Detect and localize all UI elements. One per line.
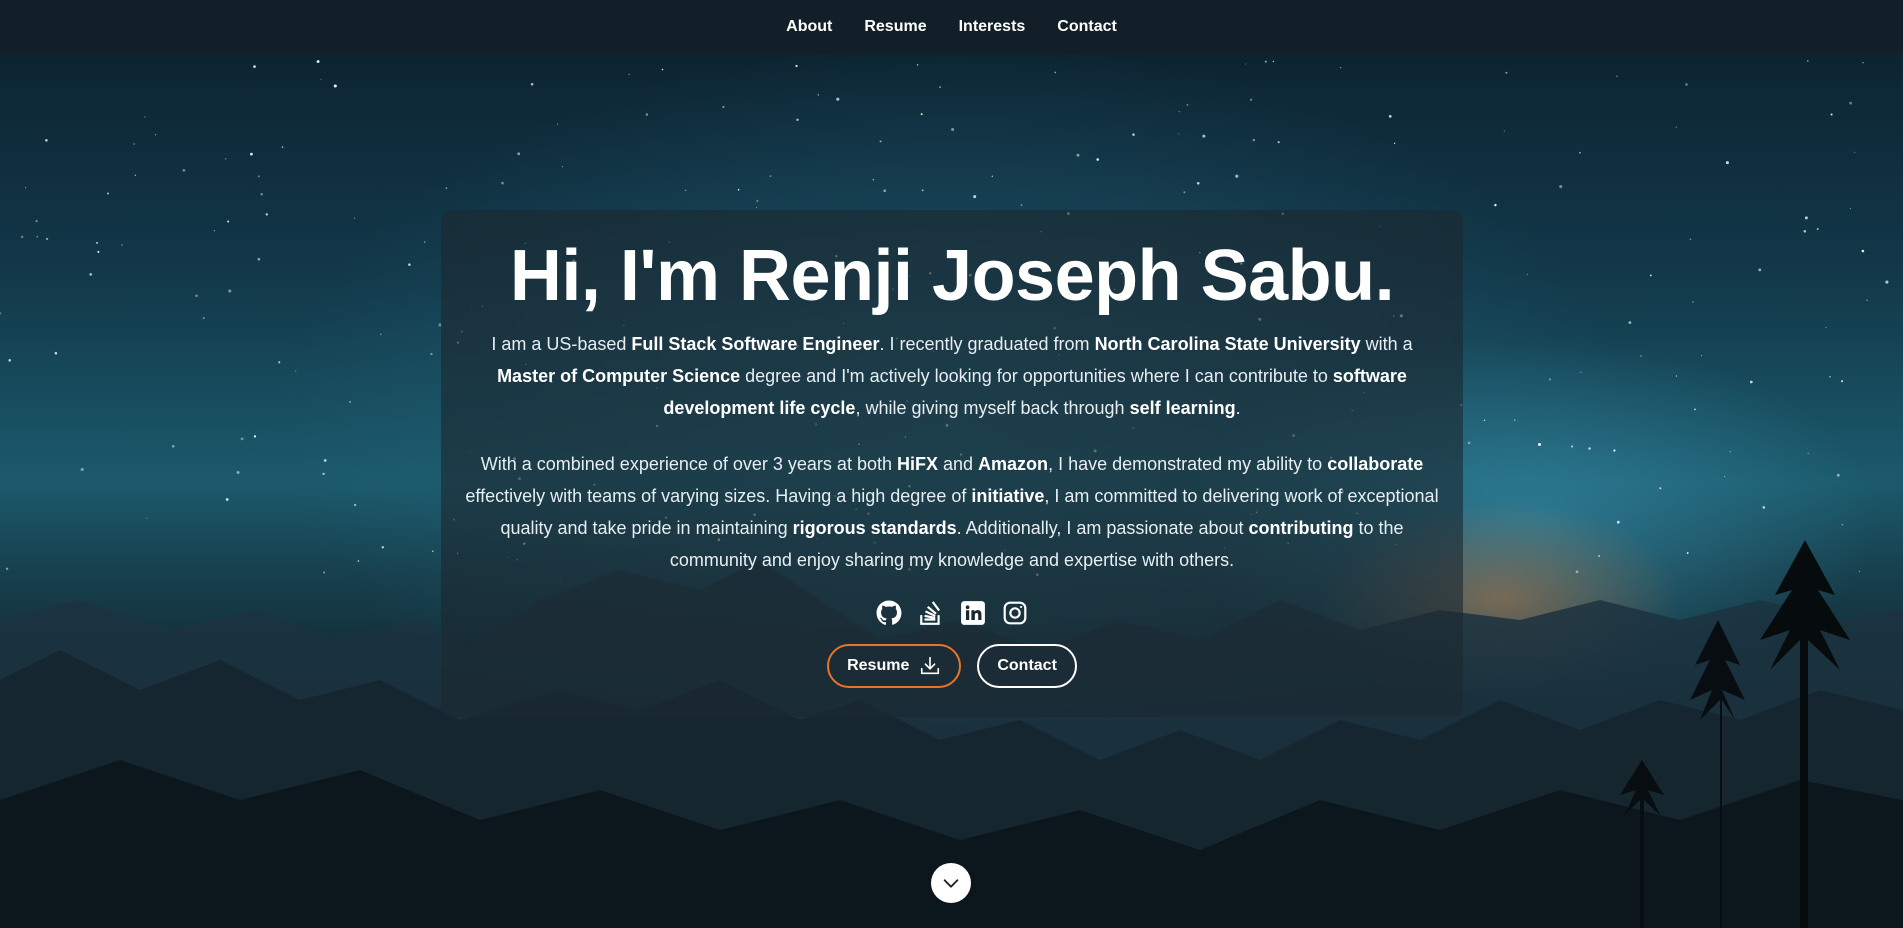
highlight-text: contributing <box>1248 518 1354 538</box>
hero-card: Hi, I'm Renji Joseph Sabu. I am a US-bas… <box>441 210 1463 717</box>
hero-intro-paragraph: I am a US-based Full Stack Software Engi… <box>465 328 1439 424</box>
body-text: With a combined experience of over 3 yea… <box>480 454 897 474</box>
highlight-text: Master of Computer Science <box>497 366 741 386</box>
highlight-text: Full Stack Software Engineer <box>631 334 880 354</box>
hero-title: Hi, I'm Renji Joseph Sabu. <box>509 236 1395 316</box>
highlight-text: Amazon <box>978 454 1049 474</box>
body-text: . Additionally, I am passionate about <box>956 518 1249 538</box>
scroll-down-button[interactable] <box>931 863 971 903</box>
hero-experience-paragraph: With a combined experience of over 3 yea… <box>465 448 1439 576</box>
github-icon[interactable] <box>876 600 902 626</box>
nav-link-about[interactable]: About <box>786 18 832 36</box>
highlight-text: self learning <box>1129 398 1236 418</box>
top-navbar: About Resume Interests Contact <box>0 0 1903 54</box>
download-icon <box>921 656 940 675</box>
body-text: with a <box>1360 334 1413 354</box>
nav-link-contact[interactable]: Contact <box>1057 18 1117 36</box>
nav-link-interests[interactable]: Interests <box>959 18 1026 36</box>
body-text: I am a US-based <box>491 334 632 354</box>
contact-button[interactable]: Contact <box>977 644 1077 688</box>
body-text: . I recently graduated from <box>879 334 1095 354</box>
body-text: , while giving myself back through <box>855 398 1130 418</box>
stackoverflow-icon[interactable] <box>918 600 944 626</box>
highlight-text: North Carolina State University <box>1094 334 1361 354</box>
nav-link-resume[interactable]: Resume <box>864 18 926 36</box>
linkedin-icon[interactable] <box>960 600 986 626</box>
highlight-text: rigorous standards <box>792 518 957 538</box>
highlight-text: collaborate <box>1327 454 1424 474</box>
resume-button-label: Resume <box>847 657 910 674</box>
body-text: . <box>1235 398 1241 418</box>
highlight-text: initiative <box>971 486 1045 506</box>
body-text: effectively with teams of varying sizes.… <box>465 486 972 506</box>
hero-actions: Resume Contact <box>465 644 1439 688</box>
body-text: degree and I'm actively looking for oppo… <box>740 366 1333 386</box>
resume-button[interactable]: Resume <box>827 644 962 688</box>
instagram-icon[interactable] <box>1002 600 1028 626</box>
body-text: and <box>938 454 979 474</box>
highlight-text: HiFX <box>896 454 938 474</box>
social-links <box>465 600 1439 626</box>
chevron-down-icon <box>943 879 959 888</box>
body-text: , I have demonstrated my ability to <box>1048 454 1328 474</box>
